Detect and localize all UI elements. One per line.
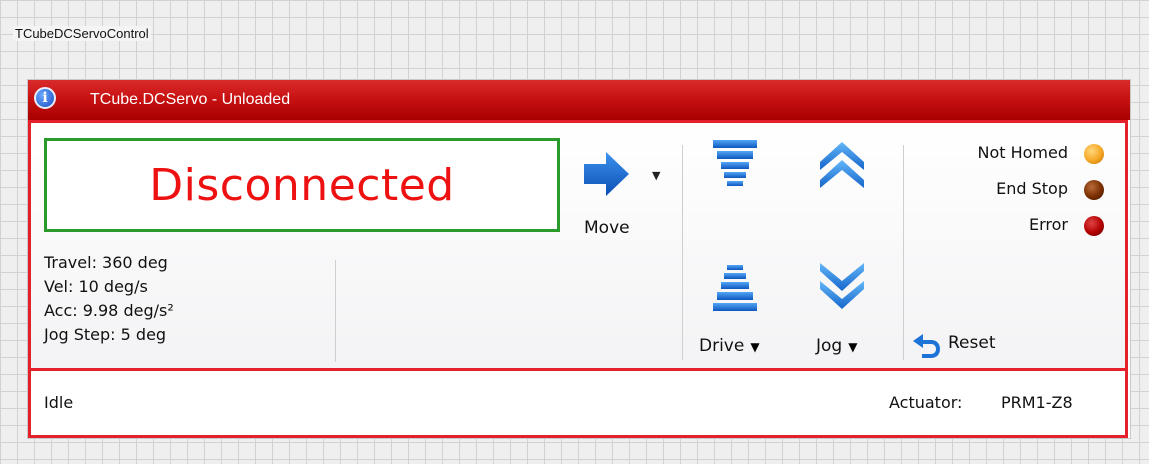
reset-arrow-icon <box>913 334 940 358</box>
parameters-list: Travel: 360 deg Vel: 10 deg/s Acc: 9.98 … <box>44 251 174 347</box>
not-homed-indicator-icon <box>1084 144 1104 164</box>
move-dropdown-icon[interactable]: ▼ <box>652 169 660 182</box>
divider <box>682 145 683 360</box>
jog-menu-button[interactable]: Jog ▼ <box>816 336 857 356</box>
drive-forward-icon[interactable] <box>713 140 757 192</box>
drive-dropdown-icon: ▼ <box>750 339 760 354</box>
servo-control-panel: i TCube.DCServo - Unloaded Disconnected … <box>28 80 1130 438</box>
status-bar: Idle Actuator: PRM1-Z8 <box>28 368 1128 438</box>
device-state: Idle <box>44 393 74 412</box>
param-velocity: Vel: 10 deg/s <box>44 277 148 296</box>
error-label: Error <box>1029 215 1068 234</box>
drive-menu-button[interactable]: Drive ▼ <box>699 336 760 356</box>
actuator-value: PRM1-Z8 <box>1001 393 1073 412</box>
divider <box>903 145 904 360</box>
connection-status-text: Disconnected <box>149 159 455 211</box>
panel-title: TCube.DCServo - Unloaded <box>90 91 291 108</box>
param-travel: Travel: 360 deg <box>44 253 168 272</box>
panel-title-bar: i TCube.DCServo - Unloaded <box>28 80 1130 120</box>
jog-up-icon[interactable] <box>818 138 866 188</box>
end-stop-indicator-icon <box>1084 180 1104 200</box>
reset-label: Reset <box>948 333 996 353</box>
divider <box>335 260 336 362</box>
jog-dropdown-icon: ▼ <box>848 339 858 354</box>
move-button[interactable]: ▼ Move <box>578 143 673 243</box>
not-homed-label: Not Homed <box>977 143 1068 162</box>
param-jog-step: Jog Step: 5 deg <box>44 325 167 344</box>
arrow-right-icon <box>584 152 629 196</box>
jog-label: Jog <box>816 336 843 356</box>
jog-down-icon[interactable] <box>818 263 866 313</box>
drive-label: Drive <box>699 336 745 356</box>
drive-reverse-icon[interactable] <box>713 265 757 317</box>
move-label: Move <box>584 218 630 238</box>
control-name-label: TCubeDCServoControl <box>13 26 151 41</box>
connection-status-display: Disconnected <box>44 138 560 232</box>
actuator-label: Actuator: <box>889 393 963 412</box>
param-acceleration: Acc: 9.98 deg/s² <box>44 301 174 320</box>
main-control-area: Disconnected Travel: 360 deg Vel: 10 deg… <box>28 120 1128 368</box>
info-icon[interactable]: i <box>34 87 56 109</box>
reset-button[interactable]: Reset <box>908 329 1028 361</box>
error-indicator-icon <box>1084 216 1104 236</box>
end-stop-label: End Stop <box>996 179 1068 198</box>
